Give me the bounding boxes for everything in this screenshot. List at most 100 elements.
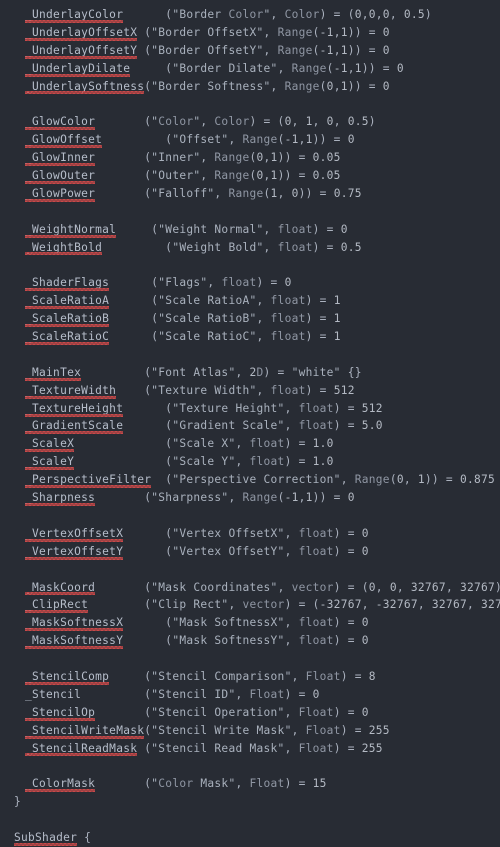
code-line[interactable]: _UnderlayDilate ("Border Dilate", Range(… — [0, 60, 500, 78]
code-line[interactable]: _MaskCoord ("Mask Coordinates", vector) … — [0, 579, 500, 597]
code-line[interactable]: _StencilOp ("Stencil Operation", Float) … — [0, 704, 500, 722]
code-line-blank[interactable] — [0, 256, 500, 274]
code-line[interactable]: _MaskSoftnessX ("Mask SoftnessX", float)… — [0, 614, 500, 632]
code-identifier: _StencilOp — [25, 704, 96, 722]
code-identifier: _ScaleRatioC — [25, 328, 110, 346]
code-line-blank[interactable] — [0, 507, 500, 525]
code-line[interactable]: _ScaleRatioA ("Scale RatioA", float) = 1 — [0, 292, 500, 310]
code-lines-container[interactable]: _UnderlayColor ("Border Color", Color) =… — [0, 6, 500, 847]
code-line[interactable]: _VertexOffsetY ("Vertex OffsetY", float)… — [0, 543, 500, 561]
code-tokens: ("Mask SoftnessY", float) = 0 — [123, 634, 369, 648]
code-tokens: ("Stencil ID", Float) = 0 — [81, 687, 320, 701]
code-identifier: _GlowOuter — [25, 167, 96, 185]
code-identifier: _WeightBold — [25, 239, 103, 257]
code-line-blank[interactable] — [0, 757, 500, 775]
code-tokens: ("Vertex OffsetX", float) = 0 — [123, 526, 369, 540]
code-line[interactable]: _UnderlayOffsetX ("Border OffsetX", Rang… — [0, 24, 500, 42]
code-line[interactable]: _UnderlayColor ("Border Color", Color) =… — [0, 6, 500, 24]
code-line-blank[interactable] — [0, 561, 500, 579]
code-line[interactable]: _MaskSoftnessY ("Mask SoftnessY", float)… — [0, 632, 500, 650]
code-tokens: ("Stencil Operation", Float) = 0 — [95, 705, 369, 719]
code-line[interactable]: _ScaleRatioB ("Scale RatioB", float) = 1 — [0, 310, 500, 328]
code-tokens: ("Scale RatioC", float) = 1 — [109, 330, 341, 344]
code-tokens: ("Falloff", Range(1, 0)) = 0.75 — [95, 186, 362, 200]
code-identifier: _StencilReadMask — [25, 740, 138, 758]
code-tokens: ("Border Dilate", Range(-1,1)) = 0 — [130, 61, 404, 75]
code-identifier: _Stencil — [25, 687, 82, 701]
code-tokens: ("Weight Bold", float) = 0.5 — [102, 240, 362, 254]
code-line[interactable]: _ClipRect ("Clip Rect", vector) = (-3276… — [0, 596, 500, 614]
code-line[interactable]: _WeightBold ("Weight Bold", float) = 0.5 — [0, 239, 500, 257]
code-identifier: _StencilWriteMask — [25, 722, 145, 740]
code-identifier: _PerspectiveFilter — [25, 471, 152, 489]
code-line[interactable]: _PerspectiveFilter ("Perspective Correct… — [0, 471, 500, 489]
code-line-blank[interactable] — [0, 346, 500, 364]
code-tokens: ("Mask SoftnessX", float) = 0 — [123, 616, 369, 630]
code-identifier: _UnderlaySoftness — [25, 78, 145, 96]
code-line[interactable]: _GlowPower ("Falloff", Range(1, 0)) = 0.… — [0, 185, 500, 203]
code-tokens: ("Offset", Range(-1,1)) = 0 — [102, 133, 355, 147]
code-tokens: ("Perspective Correction", Range(0, 1)) … — [151, 473, 496, 487]
code-tokens: ("Weight Normal", float) = 0 — [116, 222, 348, 236]
code-identifier: _Sharpness — [25, 489, 96, 507]
code-line-blank[interactable] — [0, 650, 500, 668]
code-tokens: ("Stencil Comparison", Float) = 8 — [109, 669, 376, 683]
code-tokens: ("Border OffsetX", Range(-1,1)) = 0 — [137, 25, 390, 39]
code-identifier: _StencilComp — [25, 668, 110, 686]
code-line[interactable]: _StencilWriteMask("Stencil Write Mask", … — [0, 722, 500, 740]
code-line[interactable]: _MainTex ("Font Atlas", 2D) = "white" {} — [0, 364, 500, 382]
code-line[interactable]: _TextureHeight ("Texture Height", float)… — [0, 400, 500, 418]
code-identifier: _GlowPower — [25, 185, 96, 203]
code-line[interactable]: _UnderlayOffsetY ("Border OffsetY", Rang… — [0, 42, 500, 60]
code-line-blank[interactable] — [0, 203, 500, 221]
code-line[interactable]: _WeightNormal ("Weight Normal", float) =… — [0, 221, 500, 239]
code-line[interactable]: _ScaleY ("Scale Y", float) = 1.0 — [0, 453, 500, 471]
code-tokens: ("Color", Color) = (0, 1, 0, 0.5) — [95, 115, 376, 129]
code-line[interactable]: SubShader { — [0, 829, 500, 847]
code-tokens: ("Color Mask", Float) = 15 — [95, 777, 327, 791]
code-identifier: _ClipRect — [25, 596, 89, 614]
code-tokens: ("Border Softness", Range(0,1)) = 0 — [144, 79, 390, 93]
code-editor-viewport[interactable]: _UnderlayColor ("Border Color", Color) =… — [0, 0, 500, 846]
code-tokens: ("Scale RatioA", float) = 1 — [109, 294, 341, 308]
code-line[interactable]: _TextureWidth ("Texture Width", float) =… — [0, 382, 500, 400]
code-identifier: _MaskSoftnessY — [25, 632, 124, 650]
code-tokens: } — [14, 795, 22, 809]
code-identifier: _VertexOffsetX — [25, 525, 124, 543]
code-line[interactable]: _ScaleRatioC ("Scale RatioC", float) = 1 — [0, 328, 500, 346]
code-line[interactable]: _GlowInner ("Inner", Range(0,1)) = 0.05 — [0, 149, 500, 167]
code-line[interactable]: _Stencil ("Stencil ID", Float) = 0 — [0, 686, 500, 704]
code-tokens: ("Border Color", Color) = (0,0,0, 0.5) — [123, 8, 432, 21]
code-line[interactable]: _VertexOffsetX ("Vertex OffsetX", float)… — [0, 525, 500, 543]
code-line[interactable]: _Sharpness ("Sharpness", Range(-1,1)) = … — [0, 489, 500, 507]
code-line[interactable]: } — [0, 793, 500, 811]
code-line[interactable]: _GradientScale ("Gradient Scale", float)… — [0, 417, 500, 435]
code-identifier: _GradientScale — [25, 417, 124, 435]
code-line[interactable]: _ScaleX ("Scale X", float) = 1.0 — [0, 435, 500, 453]
code-line[interactable]: _GlowOffset ("Offset", Range(-1,1)) = 0 — [0, 131, 500, 149]
code-identifier: _UnderlayOffsetY — [25, 42, 138, 60]
code-line[interactable]: _UnderlaySoftness("Border Softness", Ran… — [0, 78, 500, 96]
code-identifier: _UnderlayColor — [25, 6, 124, 24]
code-tokens: ("Texture Width", float) = 512 — [116, 383, 355, 397]
code-identifier: _VertexOffsetY — [25, 543, 124, 561]
code-identifier: SubShader — [14, 829, 78, 847]
code-tokens: ("Border OffsetY", Range(-1,1)) = 0 — [137, 43, 390, 57]
code-line[interactable]: _ShaderFlags ("Flags", float) = 0 — [0, 274, 500, 292]
code-line[interactable]: _StencilReadMask ("Stencil Read Mask", F… — [0, 740, 500, 758]
code-line[interactable]: _GlowOuter ("Outer", Range(0,1)) = 0.05 — [0, 167, 500, 185]
code-identifier: _MainTex — [25, 364, 82, 382]
code-line-blank[interactable] — [0, 95, 500, 113]
code-identifier: _MaskSoftnessX — [25, 614, 124, 632]
code-line[interactable]: _GlowColor ("Color", Color) = (0, 1, 0, … — [0, 113, 500, 131]
code-tokens: ("Scale RatioB", float) = 1 — [109, 312, 341, 326]
code-tokens: ("Stencil Write Mask", Float) = 255 — [144, 723, 390, 737]
code-identifier: _ScaleY — [25, 453, 75, 471]
code-identifier: _GlowColor — [25, 113, 96, 131]
code-identifier: _WeightNormal — [25, 221, 117, 239]
code-line[interactable]: _StencilComp ("Stencil Comparison", Floa… — [0, 668, 500, 686]
code-tokens: ("Sharpness", Range(-1,1)) = 0 — [95, 491, 355, 505]
code-line-blank[interactable] — [0, 811, 500, 829]
code-tokens: ("Outer", Range(0,1)) = 0.05 — [95, 169, 341, 183]
code-line[interactable]: _ColorMask ("Color Mask", Float) = 15 — [0, 775, 500, 793]
